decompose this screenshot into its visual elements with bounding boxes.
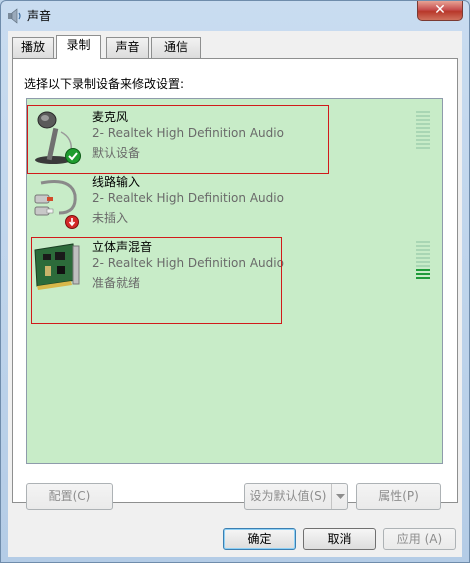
properties-button[interactable]: 属性(P) bbox=[356, 483, 441, 510]
level-meter bbox=[416, 241, 430, 281]
apply-button[interactable]: 应用 (A) bbox=[383, 528, 456, 550]
sound-dialog: 声音 ✕ 播放 录制 声音 通信 选择以下录制设备来修改设置: 麦克风 2- R… bbox=[0, 0, 470, 563]
meter-segment bbox=[416, 139, 430, 141]
level-meter bbox=[416, 111, 430, 151]
meter-segment bbox=[416, 253, 430, 255]
meter-segment bbox=[416, 115, 430, 117]
unplugged-icon bbox=[65, 215, 79, 229]
tab-recording[interactable]: 录制 bbox=[56, 35, 101, 59]
speaker-icon bbox=[8, 8, 21, 24]
device-name: 线路输入 bbox=[92, 175, 141, 189]
window-title: 声音 bbox=[27, 9, 52, 23]
tab-sounds[interactable]: 声音 bbox=[106, 37, 149, 58]
tab-label: 声音 bbox=[115, 40, 140, 54]
highlight-box-stereo-mix bbox=[31, 237, 282, 324]
tab-communications[interactable]: 通信 bbox=[151, 37, 201, 58]
cancel-button[interactable]: 取消 bbox=[303, 528, 376, 550]
meter-segment bbox=[416, 127, 430, 129]
close-icon: ✕ bbox=[434, 2, 446, 18]
close-button[interactable]: ✕ bbox=[417, 1, 463, 21]
meter-segment bbox=[416, 131, 430, 133]
set-default-label: 设为默认值(S) bbox=[249, 489, 327, 503]
meter-segment bbox=[416, 123, 430, 125]
tab-label: 播放 bbox=[20, 40, 45, 54]
meter-segment bbox=[416, 119, 430, 121]
meter-segment bbox=[416, 261, 430, 263]
set-default-button[interactable]: 设为默认值(S) bbox=[244, 483, 348, 510]
meter-segment bbox=[416, 245, 430, 247]
tab-playback[interactable]: 播放 bbox=[12, 37, 54, 58]
meter-segment bbox=[416, 257, 430, 259]
meter-segment bbox=[416, 265, 430, 267]
meter-segment bbox=[416, 249, 430, 251]
highlight-box-microphone bbox=[27, 105, 329, 174]
configure-button[interactable]: 配置(C) bbox=[26, 483, 113, 510]
meter-segment bbox=[416, 273, 430, 275]
meter-segment bbox=[416, 277, 430, 279]
chevron-down-icon bbox=[336, 494, 345, 499]
meter-segment bbox=[416, 269, 430, 271]
title-bar[interactable]: 声音 ✕ bbox=[1, 1, 469, 31]
device-line-in[interactable]: 线路输入 2- Realtek High Definition Audio 未插… bbox=[27, 171, 442, 233]
meter-segment bbox=[416, 135, 430, 137]
meter-segment bbox=[416, 143, 430, 145]
meter-segment bbox=[416, 147, 430, 149]
device-status: 未插入 bbox=[92, 211, 129, 225]
ok-button[interactable]: 确定 bbox=[223, 528, 296, 550]
set-default-dropdown[interactable] bbox=[331, 484, 349, 509]
device-description: 2- Realtek High Definition Audio bbox=[92, 191, 284, 205]
tab-label: 通信 bbox=[163, 40, 188, 54]
tab-label: 录制 bbox=[66, 38, 91, 52]
instruction-text: 选择以下录制设备来修改设置: bbox=[24, 77, 185, 91]
meter-segment bbox=[416, 111, 430, 113]
dialog-client: 播放 录制 声音 通信 选择以下录制设备来修改设置: 麦克风 2- Realte… bbox=[8, 31, 462, 557]
meter-segment bbox=[416, 241, 430, 243]
